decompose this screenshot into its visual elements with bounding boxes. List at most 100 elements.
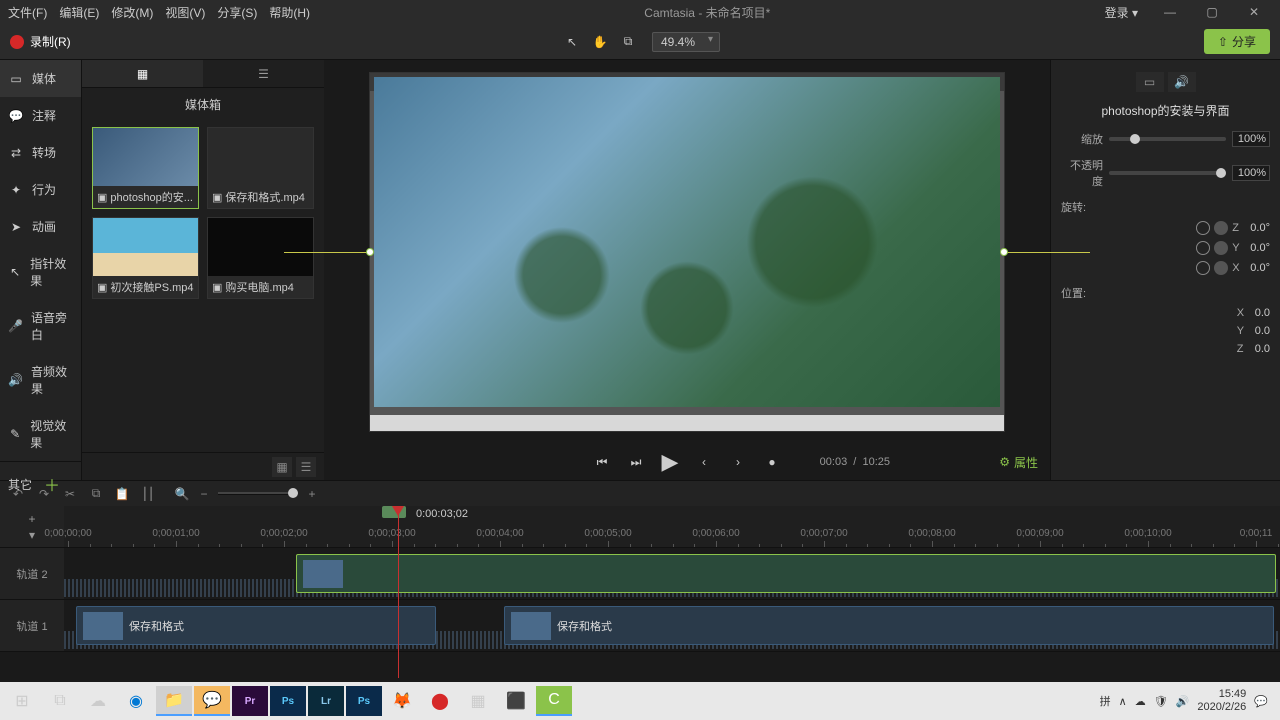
scale-slider[interactable] — [1109, 137, 1226, 141]
rotate-z-ring[interactable] — [1196, 221, 1210, 235]
menu-share[interactable]: 分享(S) — [217, 4, 257, 21]
sidebar-item-animation[interactable]: ➤动画 — [0, 208, 81, 245]
tray-shield-icon[interactable]: 🛡 — [1154, 695, 1168, 708]
tray-cloud-icon[interactable]: ☁ — [1135, 695, 1146, 708]
rotate-y-value[interactable]: 0.0° — [1250, 242, 1270, 254]
minimize-button[interactable]: ― — [1152, 0, 1188, 24]
taskbar-record[interactable]: ⬤ — [422, 686, 458, 716]
record-button[interactable]: 录制(R) — [10, 33, 71, 50]
timeline-clip[interactable] — [296, 554, 1276, 593]
menu-file[interactable]: 文件(F) — [8, 4, 47, 21]
media-item-2[interactable]: ▣初次接触PS.mp4 — [92, 217, 199, 299]
taskbar-app-2[interactable]: ▦ — [460, 686, 496, 716]
record-marker-button[interactable]: ● — [762, 452, 782, 472]
view-list-button[interactable]: ☰ — [296, 457, 316, 477]
cut-button[interactable]: ✂ — [62, 486, 78, 502]
preview-canvas[interactable] — [370, 73, 1004, 431]
rotate-z-value[interactable]: 0.0° — [1250, 222, 1270, 234]
timeline-zoom-slider[interactable] — [218, 492, 298, 495]
rotate-y-ring[interactable] — [1196, 241, 1210, 255]
share-button[interactable]: ⇧ 分享 — [1204, 29, 1270, 54]
menu-modify[interactable]: 修改(M) — [111, 4, 153, 21]
sidebar-item-visual[interactable]: ✎视觉效果 — [0, 407, 81, 461]
rotate-z-dial[interactable] — [1214, 221, 1228, 235]
opacity-slider[interactable] — [1109, 171, 1226, 175]
taskbar-wechat[interactable]: 💬 — [194, 686, 230, 716]
taskbar-camtasia[interactable]: C — [536, 686, 572, 716]
sidebar-item-annotate[interactable]: 💬注释 — [0, 97, 81, 134]
scale-value[interactable]: 100% — [1232, 131, 1270, 147]
maximize-button[interactable]: ▢ — [1194, 0, 1230, 24]
tray-clock[interactable]: 15:49 2020/2/26 — [1197, 688, 1246, 714]
taskbar-lr[interactable]: Lr — [308, 686, 344, 716]
pointer-tool[interactable]: ↖ — [560, 30, 584, 54]
media-item-3[interactable]: ▣购买电脑.mp4 — [207, 217, 314, 299]
zoom-find-button[interactable]: 🔍 — [174, 486, 190, 502]
crop-tool[interactable]: ⧉ — [616, 30, 640, 54]
taskbar-pr[interactable]: Pr — [232, 686, 268, 716]
media-item-1[interactable]: ▣保存和格式.mp4 — [207, 127, 314, 209]
timeline-ruler[interactable]: + ▾ 0;00;00;000;00;01;000;00;02;000;00;0… — [0, 506, 1280, 548]
media-item-0[interactable]: ▣photoshop的安... — [92, 127, 199, 209]
hand-tool[interactable]: ✋ — [588, 30, 612, 54]
menu-help[interactable]: 帮助(H) — [269, 4, 310, 21]
taskbar-edge[interactable]: ◉ — [118, 686, 154, 716]
sidebar-item-cursor[interactable]: ↖指针效果 — [0, 245, 81, 299]
next-marker-button[interactable]: › — [728, 452, 748, 472]
undo-button[interactable]: ↶ — [10, 486, 26, 502]
zoom-out-button[interactable]: − — [196, 486, 212, 502]
taskbar-firefox[interactable]: 🦊 — [384, 686, 420, 716]
copy-button[interactable]: ⧉ — [88, 486, 104, 502]
props-tab-visual[interactable]: ▭ — [1136, 72, 1164, 92]
taskbar-app-3[interactable]: ⬛ — [498, 686, 534, 716]
rotate-y-dial[interactable] — [1214, 241, 1228, 255]
media-tab-list[interactable]: ☰ — [203, 60, 324, 87]
step-back-button[interactable]: ⏭ — [626, 452, 646, 472]
track-options-button[interactable]: ▾ — [29, 528, 35, 542]
split-button[interactable]: ⎮⎮ — [140, 486, 156, 502]
taskbar-explorer[interactable]: 📁 — [156, 686, 192, 716]
tray-notifications-icon[interactable]: 💬 — [1254, 695, 1268, 708]
start-button[interactable]: ⊞ — [4, 686, 40, 716]
media-tab-grid[interactable]: ▦ — [82, 60, 203, 87]
sidebar-item-behavior[interactable]: ✦行为 — [0, 171, 81, 208]
timeline-clip[interactable]: 保存和格式 — [76, 606, 436, 645]
pos-x-value[interactable]: 0.0 — [1255, 307, 1270, 319]
track-header[interactable]: 轨道 1 — [0, 600, 64, 651]
prev-frame-button[interactable]: ⏮ — [592, 452, 612, 472]
paste-button[interactable]: 📋 — [114, 486, 130, 502]
close-button[interactable]: ✕ — [1236, 0, 1272, 24]
track-body[interactable]: 保存和格式 保存和格式 — [64, 600, 1280, 651]
track-header[interactable]: 轨道 2 — [0, 548, 64, 599]
menu-edit[interactable]: 编辑(E) — [59, 4, 99, 21]
rotate-x-dial[interactable] — [1214, 261, 1228, 275]
taskbar-app-1[interactable]: ☁ — [80, 686, 116, 716]
timeline-clip[interactable]: 保存和格式 — [504, 606, 1274, 645]
resize-handle-right[interactable] — [1000, 248, 1008, 256]
track-body[interactable] — [64, 548, 1280, 599]
menu-view[interactable]: 视图(V) — [165, 4, 205, 21]
pos-y-value[interactable]: 0.0 — [1255, 325, 1270, 337]
taskbar-ps[interactable]: Ps — [270, 686, 306, 716]
zoom-dropdown[interactable]: 49.4% — [652, 32, 720, 52]
pos-z-value[interactable]: 0.0 — [1255, 343, 1270, 355]
rotate-x-ring[interactable] — [1196, 261, 1210, 275]
sidebar-item-transition[interactable]: ⇄转场 — [0, 134, 81, 171]
view-grid-button[interactable]: ▦ — [272, 457, 292, 477]
login-dropdown[interactable]: 登录 ▾ — [1105, 4, 1138, 21]
tray-volume-icon[interactable]: 🔊 — [1176, 695, 1190, 708]
taskview-button[interactable]: ⧉ — [42, 686, 78, 716]
prev-marker-button[interactable]: ‹ — [694, 452, 714, 472]
playhead[interactable] — [398, 506, 399, 678]
add-track-button[interactable]: + — [28, 512, 35, 526]
zoom-in-button[interactable]: + — [304, 486, 320, 502]
props-tab-audio[interactable]: 🔊 — [1168, 72, 1196, 92]
resize-handle-left[interactable] — [366, 248, 374, 256]
tray-chevron[interactable]: ∧ — [1119, 695, 1127, 708]
sidebar-item-audio[interactable]: 🔊音频效果 — [0, 353, 81, 407]
sidebar-item-media[interactable]: ▭媒体 — [0, 60, 81, 97]
properties-toggle[interactable]: ⚙ 属性 — [999, 454, 1038, 471]
tray-ime[interactable]: 拼 — [1100, 693, 1111, 709]
sidebar-item-narration[interactable]: 🎤语音旁白 — [0, 299, 81, 353]
opacity-value[interactable]: 100% — [1232, 165, 1270, 181]
